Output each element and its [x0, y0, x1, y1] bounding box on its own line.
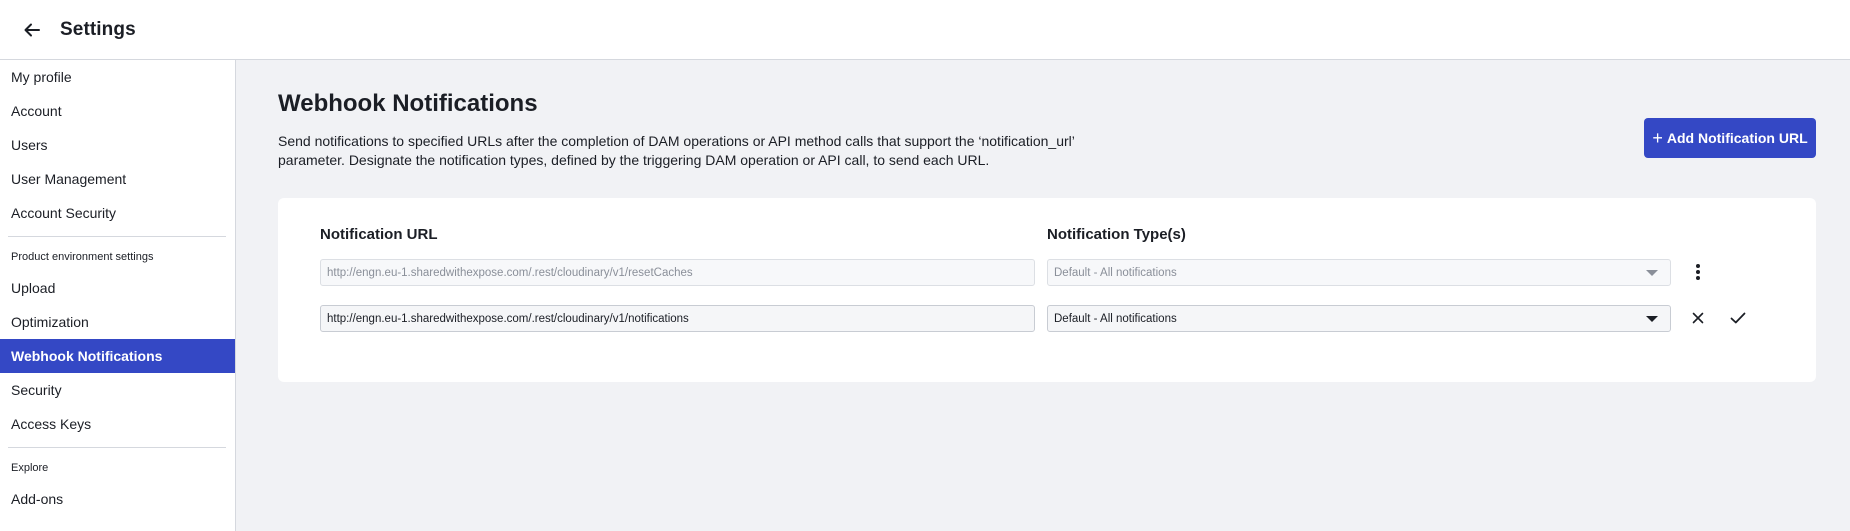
save-edit-button[interactable] [1726, 306, 1750, 330]
chevron-down-icon [1646, 270, 1658, 276]
column-header-notification-types: Notification Type(s) [1047, 226, 1186, 243]
arrow-left-icon [24, 23, 40, 36]
sidebar-divider [8, 236, 226, 237]
sidebar-item-optimization[interactable]: Optimization [0, 305, 235, 339]
page-title: Webhook Notifications [278, 90, 538, 117]
sidebar-item-account[interactable]: Account [0, 94, 235, 128]
notification-url-input[interactable] [320, 305, 1035, 332]
row-menu-button[interactable] [1686, 260, 1710, 284]
sidebar-item-access-keys[interactable]: Access Keys [0, 407, 235, 441]
sidebar-item-my-profile[interactable]: My profile [0, 60, 235, 94]
settings-sidebar: My profile Account Users User Management… [0, 60, 236, 531]
main-content: Webhook Notifications Send notifications… [236, 60, 1850, 531]
sidebar-item-user-management[interactable]: User Management [0, 162, 235, 196]
sidebar-item-webhook-notifications[interactable]: Webhook Notifications [0, 339, 235, 373]
notification-urls-card: Notification URL Notification Type(s) De… [278, 198, 1816, 382]
notification-url-input [320, 259, 1035, 286]
check-icon [1730, 312, 1746, 324]
close-icon [1692, 312, 1704, 324]
notification-type-select: Default - All notifications [1047, 259, 1671, 286]
cancel-edit-button[interactable] [1686, 306, 1710, 330]
sidebar-section-product-environment: Product environment settings [11, 251, 154, 263]
sidebar-item-security[interactable]: Security [0, 373, 235, 407]
notification-type-value: Default - All notifications [1054, 266, 1177, 279]
add-notification-url-button[interactable]: + Add Notification URL [1644, 118, 1816, 158]
add-notification-url-label: Add Notification URL [1666, 130, 1808, 146]
sidebar-item-users[interactable]: Users [0, 128, 235, 162]
plus-icon: + [1652, 128, 1663, 148]
notification-type-value: Default - All notifications [1054, 312, 1177, 325]
column-header-notification-url: Notification URL [320, 226, 438, 243]
more-vertical-icon [1696, 264, 1700, 280]
sidebar-item-upload[interactable]: Upload [0, 271, 235, 305]
notification-type-select[interactable]: Default - All notifications [1047, 305, 1671, 332]
page-description: Send notifications to specified URLs aft… [278, 133, 1075, 168]
page-header-title: Settings [60, 18, 136, 40]
top-bar: Settings [0, 0, 1850, 60]
sidebar-item-add-ons[interactable]: Add-ons [0, 482, 235, 516]
sidebar-item-account-security[interactable]: Account Security [0, 196, 235, 230]
back-button[interactable] [18, 16, 46, 44]
chevron-down-icon [1646, 316, 1658, 322]
sidebar-section-explore: Explore [11, 462, 49, 474]
sidebar-divider [8, 447, 226, 448]
